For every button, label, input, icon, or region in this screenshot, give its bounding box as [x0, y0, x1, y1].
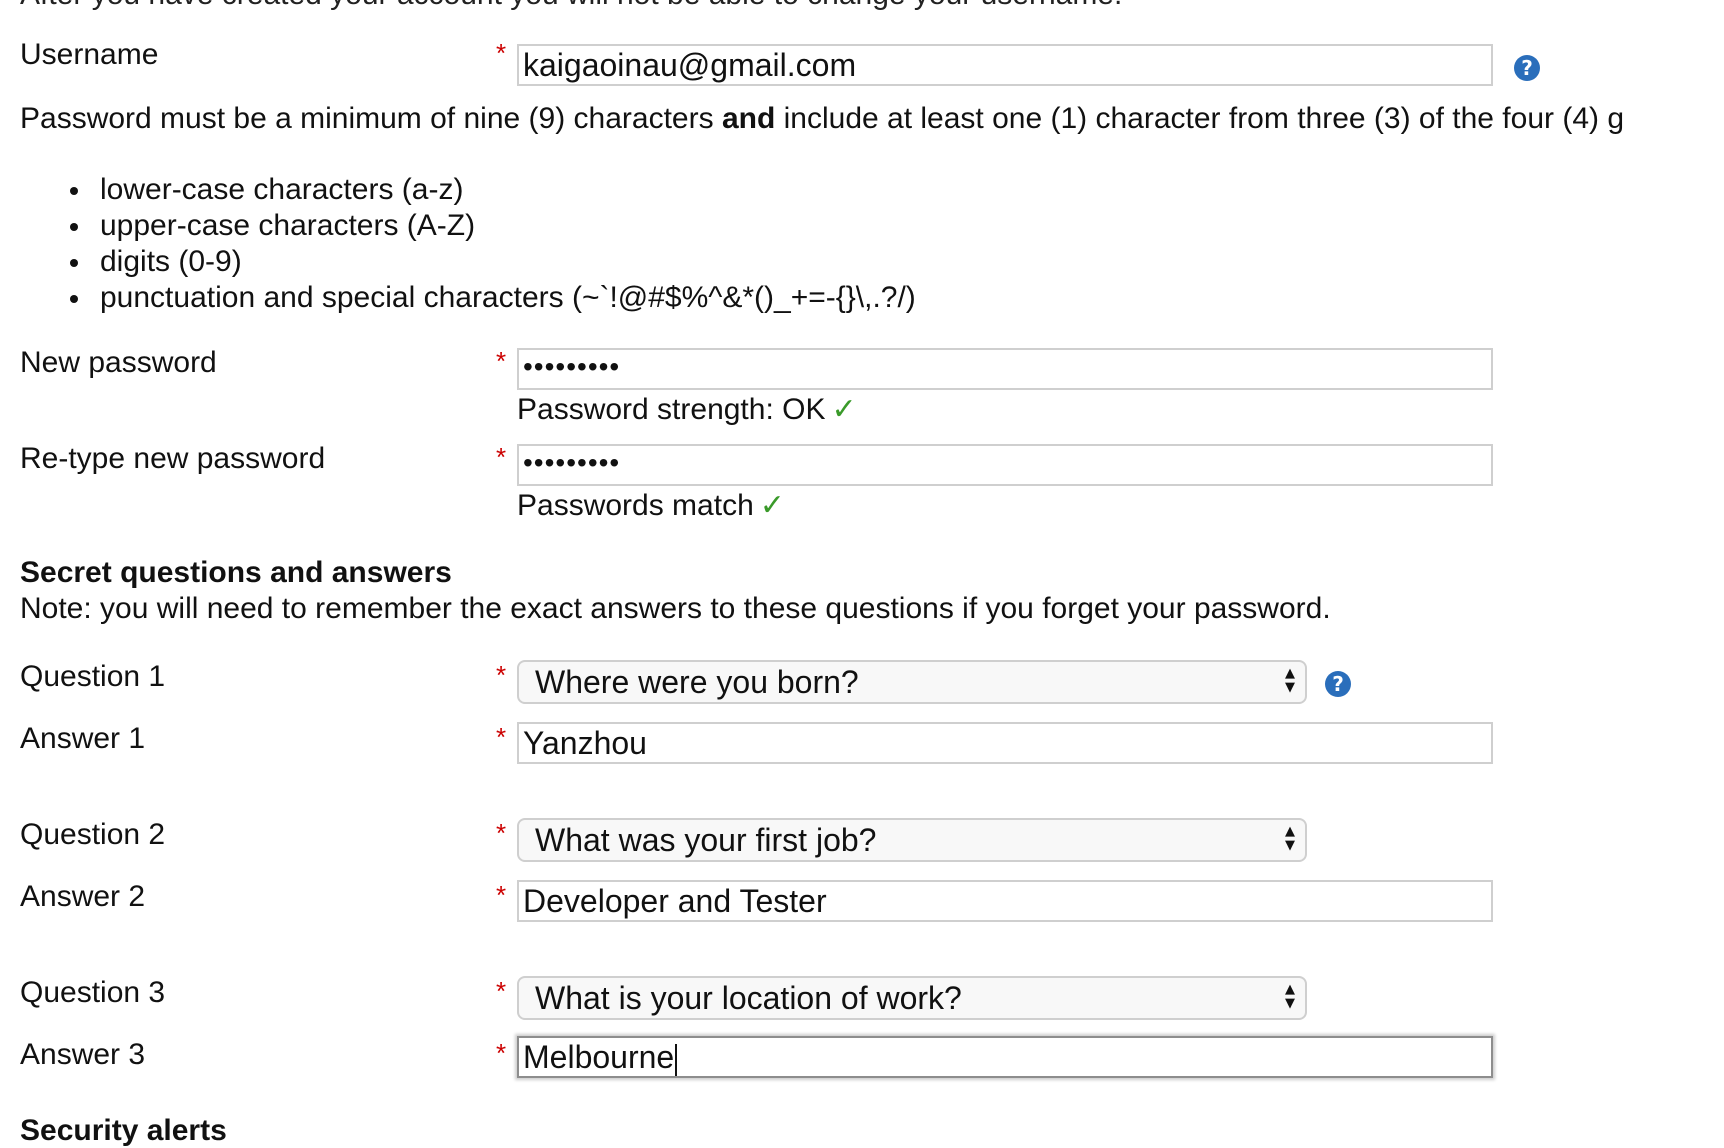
question-1-select[interactable]: Where were you born? ▲ ▼: [517, 660, 1307, 704]
required-marker: *: [496, 346, 507, 376]
new-password-label: New password: [20, 346, 217, 379]
password-strength-text: Password strength: OK: [517, 393, 826, 426]
required-marker: *: [496, 880, 507, 910]
select-arrows-icon: ▲ ▼: [1285, 666, 1295, 695]
rules-text-bold: and: [721, 102, 776, 135]
answer-3-value: Melbourne: [523, 1039, 675, 1075]
question-3-value: What is your location of work?: [535, 980, 962, 1016]
select-arrows-icon: ▲ ▼: [1285, 982, 1295, 1011]
password-rules-list: lower-case characters (a-z) upper-case c…: [70, 172, 916, 316]
retype-password-label: Re-type new password: [20, 442, 326, 475]
list-item: digits (0-9): [70, 244, 916, 280]
secret-questions-heading: Secret questions and answers: [20, 556, 452, 589]
checkmark-icon: ✓: [831, 392, 857, 427]
answer-3-field[interactable]: Melbourne: [517, 1036, 1493, 1078]
retype-password-field[interactable]: •••••••••: [517, 444, 1493, 486]
question-3-select[interactable]: What is your location of work? ▲ ▼: [517, 976, 1307, 1020]
required-marker: *: [496, 38, 507, 68]
answer-1-field[interactable]: Yanzhou: [517, 722, 1493, 764]
checkmark-icon: ✓: [759, 488, 785, 523]
question-2-label: Question 2: [20, 818, 166, 851]
question-2-select[interactable]: What was your first job? ▲ ▼: [517, 818, 1307, 862]
required-marker: *: [496, 442, 507, 472]
intro-text: After you have created your account you …: [20, 0, 1122, 12]
list-item: punctuation and special characters (~`!@…: [70, 280, 916, 316]
rules-text-after: include at least one (1) character from …: [775, 102, 1625, 135]
list-item: lower-case characters (a-z): [70, 172, 916, 208]
new-password-field[interactable]: •••••••••: [517, 348, 1493, 390]
question-2-value: What was your first job?: [535, 822, 877, 858]
list-item: upper-case characters (A-Z): [70, 208, 916, 244]
required-marker: *: [496, 1038, 507, 1068]
answer-2-field[interactable]: Developer and Tester: [517, 880, 1493, 922]
username-help-icon[interactable]: ?: [1514, 55, 1540, 81]
username-label: Username: [20, 38, 159, 71]
question-1-label: Question 1: [20, 660, 166, 693]
secret-questions-note: Note: you will need to remember the exac…: [20, 592, 1331, 625]
required-marker: *: [496, 722, 507, 752]
username-field[interactable]: kaigaoinau@gmail.com: [517, 44, 1493, 86]
required-marker: *: [496, 660, 507, 690]
answer-1-label: Answer 1: [20, 722, 146, 755]
security-alerts-heading: Security alerts: [20, 1114, 227, 1147]
rules-text-before: Password must be a minimum of nine (9) c…: [20, 102, 722, 135]
text-caret: [675, 1043, 678, 1076]
required-marker: *: [496, 976, 507, 1006]
password-match-text: Passwords match: [517, 489, 754, 522]
password-match-status: Passwords match ✓: [517, 488, 785, 523]
password-rules-text: Password must be a minimum of nine (9) c…: [20, 102, 1624, 136]
answer-3-label: Answer 3: [20, 1038, 146, 1071]
password-strength-status: Password strength: OK ✓: [517, 392, 857, 427]
question-3-label: Question 3: [20, 976, 166, 1009]
question-help-icon[interactable]: ?: [1325, 671, 1351, 697]
answer-2-label: Answer 2: [20, 880, 146, 913]
select-arrows-icon: ▲ ▼: [1285, 824, 1295, 853]
question-1-value: Where were you born?: [535, 664, 859, 700]
required-marker: *: [496, 818, 507, 848]
